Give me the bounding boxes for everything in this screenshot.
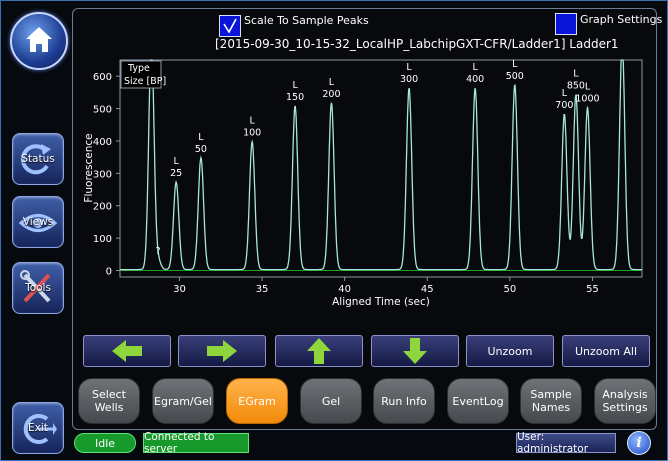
peak-size-label: 500: [506, 71, 524, 82]
peak-type-label: L: [250, 116, 256, 127]
graph-settings-button[interactable]: [555, 13, 577, 35]
y-axis-label: Fluorescence: [83, 133, 95, 202]
status-button-label: Status: [21, 153, 55, 165]
home-icon: [26, 27, 52, 52]
pan-left-button[interactable]: [83, 335, 171, 367]
peak-type-label: L: [585, 82, 591, 93]
unzoom-button[interactable]: Unzoom: [466, 335, 554, 367]
left-sidebar: Status Views Tools Exit: [0, 0, 70, 461]
arrow-left-icon: [112, 340, 142, 362]
x-tick-label: 50: [503, 284, 516, 295]
peak-size-label: 400: [466, 74, 484, 85]
peak-type-label: L: [512, 59, 518, 70]
tab-gel[interactable]: Gel: [300, 378, 362, 424]
legend-type-label: Type: [127, 63, 150, 74]
tools-button-label: Tools: [25, 282, 51, 294]
y-axis-ticks: 0 100 200 300 400 500 600: [93, 72, 120, 278]
connection-status: Connected to server: [143, 431, 249, 455]
peak-size-label: 25: [170, 168, 182, 179]
peak-size-label: 300: [400, 74, 418, 85]
info-icon[interactable]: i: [627, 431, 651, 455]
chart-title: [2015-09-30_10-15-32_LocalHP_LabchipGXT-…: [215, 37, 619, 51]
tools-button[interactable]: Tools: [12, 262, 64, 314]
views-button-label: Views: [22, 216, 54, 228]
exit-button-label: Exit: [28, 422, 48, 434]
tab-sample-names[interactable]: Sample Names: [520, 378, 582, 424]
x-tick-label: 45: [421, 284, 434, 295]
peak-type-label: ?: [155, 246, 160, 257]
status-badge: Idle: [74, 433, 136, 453]
checkmark-icon: [223, 18, 237, 34]
scale-to-sample-peaks-checkbox[interactable]: [219, 15, 241, 37]
arrow-down-icon: [403, 338, 427, 364]
graph-settings-label: Graph Settings: [580, 13, 663, 26]
legend-size-label: Size [BP]: [124, 76, 166, 87]
x-tick-label: 35: [256, 284, 269, 295]
user-button[interactable]: User: administrator: [516, 431, 616, 455]
tab-egram[interactable]: EGram: [226, 378, 288, 424]
peak-type-label: L: [292, 80, 298, 91]
pan-down-button[interactable]: [371, 335, 459, 367]
peak-labels: ?25L50L 100L150L200L 300L400L500L700L850L1…: [155, 59, 599, 257]
tab-eventlog[interactable]: EventLog: [447, 378, 509, 424]
peak-size-label: 1000: [575, 94, 599, 105]
y-tick-label: 100: [93, 234, 112, 245]
peak-size-label: 150: [286, 92, 304, 103]
peak-size-label: 50: [195, 144, 207, 155]
y-tick-label: 400: [93, 137, 112, 148]
x-axis-ticks: 30 35 40 45 50 55: [173, 277, 599, 295]
tab-run-info[interactable]: Run Info: [373, 378, 435, 424]
peak-size-label: 700: [555, 100, 573, 111]
home-button[interactable]: [10, 12, 68, 70]
tab-analysis-settings[interactable]: Analysis Settings: [594, 378, 656, 424]
pan-up-button[interactable]: [275, 335, 363, 367]
x-tick-label: 55: [586, 284, 599, 295]
tab-egram-gel[interactable]: Egram/Gel: [152, 378, 214, 424]
tab-select-wells[interactable]: Select Wells: [78, 378, 140, 424]
peak-type-label: L: [174, 156, 180, 167]
x-axis-label: Aligned Time (sec): [332, 296, 430, 308]
unzoom-all-button[interactable]: Unzoom All: [562, 335, 650, 367]
status-button[interactable]: Status: [12, 133, 64, 185]
views-button[interactable]: Views: [12, 196, 64, 248]
legend-box: Type Size [BP]: [120, 60, 166, 89]
peak-size-label: 100: [243, 128, 261, 139]
exit-button[interactable]: Exit: [12, 402, 64, 454]
y-tick-label: 200: [93, 202, 112, 213]
y-tick-label: 500: [93, 105, 112, 116]
peak-type-label: L: [329, 77, 335, 88]
pan-right-button[interactable]: [178, 335, 266, 367]
y-tick-label: 300: [93, 169, 112, 180]
x-tick-label: 30: [173, 284, 186, 295]
peak-type-label: L: [473, 62, 479, 73]
electropherogram-chart[interactable]: 0100200300400500600 30 35 40 45 50 55 ?25L50L…: [78, 55, 646, 330]
y-tick-label: 600: [93, 72, 112, 83]
arrow-right-icon: [207, 340, 237, 362]
arrow-up-icon: [307, 338, 331, 364]
peak-type-label: L: [198, 132, 204, 143]
peak-size-label: 850: [567, 81, 585, 92]
peak-type-label: L: [406, 62, 412, 73]
y-tick-label: 0: [106, 267, 112, 278]
peak-type-label: L: [573, 69, 579, 80]
peak-size-label: 200: [322, 89, 340, 100]
x-tick-label: 40: [338, 284, 351, 295]
scale-to-sample-peaks-label: Scale To Sample Peaks: [244, 14, 369, 27]
